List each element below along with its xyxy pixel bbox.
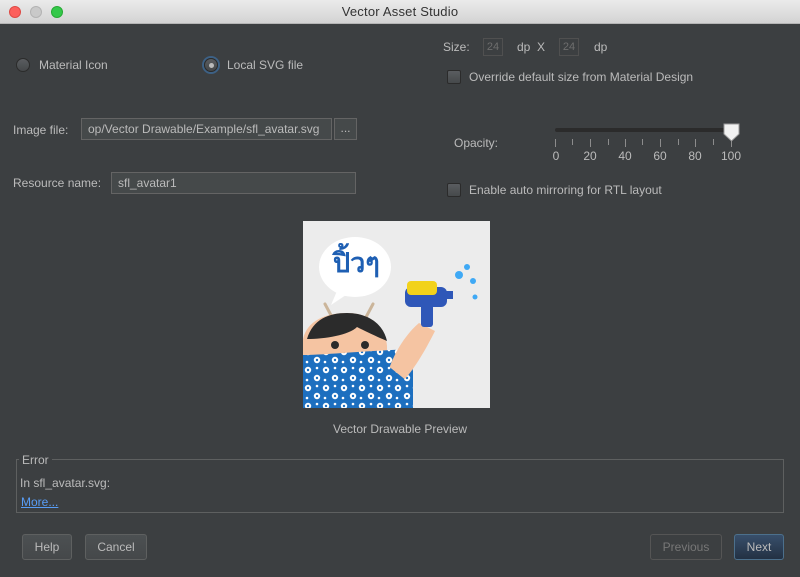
override-size-label[interactable]: Override default size from Material Desi…: [469, 70, 693, 84]
material-icon-radio[interactable]: [16, 58, 30, 72]
window-title: Vector Asset Studio: [341, 4, 459, 19]
help-button[interactable]: Help: [22, 534, 72, 560]
image-file-label: Image file:: [13, 123, 69, 137]
tick-label-0: 0: [552, 149, 560, 163]
avatar-illustration: [303, 237, 478, 408]
preview-caption: Vector Drawable Preview: [333, 422, 468, 436]
slider-tick: [713, 139, 714, 145]
slider-tick: [608, 139, 609, 145]
error-message: In sfl_avatar.svg:: [20, 476, 111, 490]
browse-button[interactable]: ...: [334, 118, 357, 140]
tick-label-60: 60: [653, 149, 667, 163]
water-gun: [405, 264, 478, 327]
slider-tick: [590, 139, 591, 147]
cancel-button[interactable]: Cancel: [85, 534, 147, 560]
image-file-input[interactable]: op/Vector Drawable/Example/sfl_avatar.sv…: [81, 118, 332, 140]
slider-tick: [642, 139, 643, 145]
opacity-slider-track[interactable]: [555, 128, 735, 132]
local-svg-radio[interactable]: [204, 58, 218, 72]
size-label: Size:: [443, 40, 470, 54]
override-size-checkbox[interactable]: [447, 70, 461, 84]
slider-tick: [625, 139, 626, 147]
tick-label-100: 100: [720, 149, 742, 163]
more-link[interactable]: More...: [21, 495, 58, 509]
resource-name-input[interactable]: sfl_avatar1: [111, 172, 356, 194]
width-unit-label: dp: [517, 40, 531, 54]
size-separator: X: [537, 40, 546, 54]
slider-tick: [572, 139, 573, 145]
bubble-text: ปิ้วๆ: [333, 248, 380, 279]
previous-button[interactable]: Previous: [650, 534, 722, 560]
slider-tick: [695, 139, 696, 147]
tick-label-40: 40: [618, 149, 632, 163]
next-button[interactable]: Next: [734, 534, 784, 560]
resource-name-label: Resource name:: [13, 176, 102, 190]
error-legend: Error: [19, 453, 52, 467]
material-icon-label[interactable]: Material Icon: [39, 58, 108, 72]
opacity-label: Opacity:: [454, 136, 499, 150]
local-svg-label[interactable]: Local SVG file: [227, 58, 303, 72]
title-bar: Vector Asset Studio: [0, 0, 800, 24]
error-panel: [16, 459, 784, 513]
slider-tick: [555, 139, 556, 147]
auto-mirror-label[interactable]: Enable auto mirroring for RTL layout: [469, 183, 662, 197]
auto-mirror-checkbox[interactable]: [447, 183, 461, 197]
height-input[interactable]: 24: [559, 38, 579, 56]
height-unit-label: dp: [594, 40, 608, 54]
slider-tick: [660, 139, 661, 147]
slider-tick: [678, 139, 679, 145]
vector-drawable-preview: ปิ้วๆ: [303, 221, 490, 408]
width-input[interactable]: 24: [483, 38, 503, 56]
tick-label-20: 20: [583, 149, 597, 163]
tick-label-80: 80: [688, 149, 702, 163]
opacity-slider-thumb[interactable]: [723, 123, 740, 142]
